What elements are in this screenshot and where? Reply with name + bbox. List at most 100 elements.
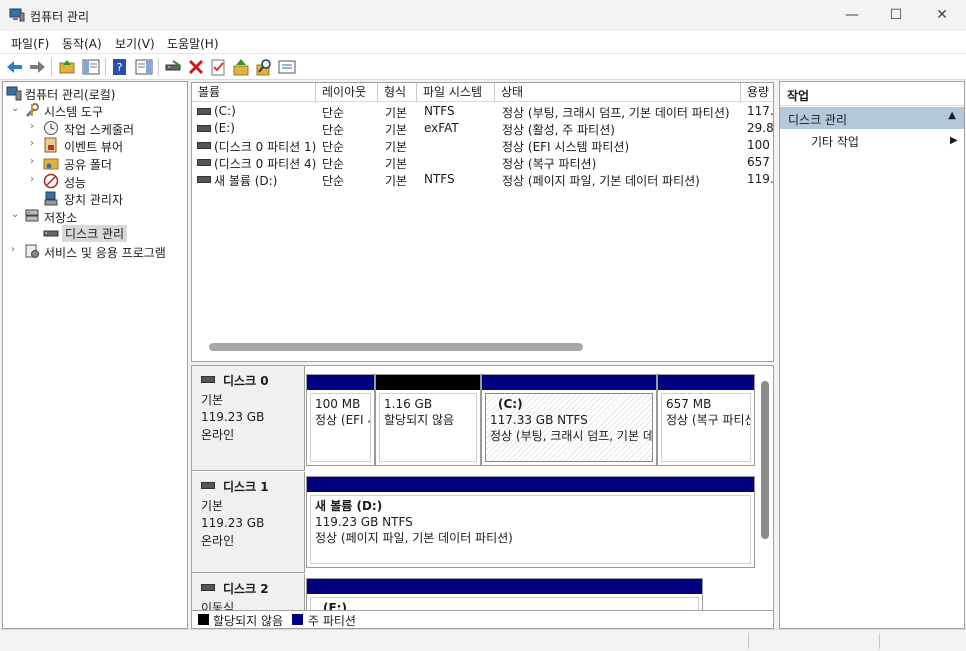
volume-type: 기본 (385, 157, 408, 171)
tree-item-shared-folders[interactable]: › 공유 폴더 (3, 155, 187, 172)
chevron-down-icon[interactable]: ⌄ (11, 209, 21, 220)
navigation-tree: 컴퓨터 관리(로컬) ⌄ 시스템 도구 › 작업 스케줄러 › 이벤트 뷰어 ›… (2, 81, 188, 629)
table-row[interactable]: (디스크 0 파티션 1) 단순 기본 정상 (EFI 시스템 파티션) 100… (192, 137, 773, 154)
tree-item-system-tools[interactable]: ⌄ 시스템 도구 (3, 102, 187, 119)
volume-capacity: 100 M (747, 138, 773, 152)
disk-map: 디스크 0 기본 119.23 GB 온라인 100 MB 정상 (EFI 시 … (191, 365, 774, 611)
volume-capacity: 29.80 (747, 121, 774, 135)
unallocated-swatch (198, 614, 209, 625)
more-actions[interactable]: 기타 작업 (811, 133, 859, 150)
column-header-capacity[interactable]: 용량 (741, 83, 773, 102)
close-button[interactable]: ✕ (919, 0, 965, 31)
check-icon[interactable] (208, 57, 228, 77)
search-icon[interactable] (254, 57, 274, 77)
horizontal-scrollbar[interactable] (209, 343, 583, 351)
tree-item-label: 성능 (64, 176, 87, 190)
volume-name: (디스크 0 파티션 1) (214, 140, 316, 154)
column-header-type[interactable]: 형식 (378, 83, 417, 102)
actions-pane: 작업 디스크 관리 ▲ 기타 작업 ▶ (779, 81, 965, 629)
partition-e[interactable]: (E:) (306, 578, 703, 611)
tree-item-label: 장치 관리자 (64, 193, 124, 207)
disk-name: 디스크 1 (223, 480, 269, 494)
forward-arrow-icon[interactable] (27, 57, 47, 77)
partition-efi[interactable]: 100 MB 정상 (EFI 시 (306, 374, 375, 466)
services-icon (24, 243, 40, 259)
chevron-right-icon[interactable]: › (11, 244, 21, 255)
partition-status: 정상 (EFI 시 (315, 413, 370, 427)
show-action-pane-icon[interactable] (134, 57, 154, 77)
menu-action[interactable]: 동작(A) (62, 35, 102, 52)
disk-icon (43, 225, 59, 241)
import-icon[interactable] (231, 57, 251, 77)
tree-item-storage[interactable]: ⌄ 저장소 (3, 208, 187, 225)
properties-icon[interactable] (277, 57, 297, 77)
column-header-layout[interactable]: 레이아웃 (316, 83, 378, 102)
connect-icon[interactable] (163, 57, 183, 77)
volume-name: (E:) (214, 121, 235, 135)
table-row[interactable]: (E:) 단순 기본 exFAT 정상 (활성, 주 파티션) 29.80 (192, 120, 774, 137)
disk-icon (197, 176, 211, 183)
actions-section-disk-management[interactable]: 디스크 관리 ▲ (780, 107, 964, 129)
delete-icon[interactable] (186, 57, 206, 77)
volume-status: 정상 (EFI 시스템 파티션) (502, 140, 630, 154)
minimize-button[interactable]: — (829, 0, 875, 31)
tree-item-label: 작업 스케줄러 (64, 123, 135, 137)
volume-list: 볼륨 레이아웃 형식 파일 시스템 상태 용량 (C:) 단순 기본 NTFS … (191, 82, 774, 362)
tree-item-device-manager[interactable]: 장치 관리자 (3, 190, 187, 207)
tree-item-event-viewer[interactable]: › 이벤트 뷰어 (3, 137, 187, 154)
shared-folder-icon (43, 155, 59, 171)
tree-item-services-apps[interactable]: › 서비스 및 응용 프로그램 (3, 243, 187, 260)
volume-status: 정상 (페이지 파일, 기본 데이터 파티션) (502, 174, 700, 188)
column-header-file-system[interactable]: 파일 시스템 (417, 83, 495, 102)
actions-section-label: 디스크 관리 (788, 113, 848, 127)
storage-icon (24, 208, 40, 224)
tree-item-disk-management[interactable]: 디스크 관리 (3, 225, 187, 242)
title-bar[interactable]: 컴퓨터 관리 — ☐ ✕ (0, 0, 966, 31)
menu-view[interactable]: 보기(V) (115, 35, 155, 52)
disk-icon (197, 125, 211, 132)
partition-d[interactable]: 새 볼륨 (D:) 119.23 GB NTFS 정상 (페이지 파일, 기본 … (306, 476, 755, 568)
chevron-right-icon[interactable]: › (30, 138, 40, 149)
partition-size: 657 MB (666, 397, 712, 411)
tree-item-label: 저장소 (44, 211, 78, 225)
column-header-status[interactable]: 상태 (495, 83, 741, 102)
help-icon[interactable]: ? (110, 57, 130, 77)
chevron-right-icon[interactable]: › (30, 174, 40, 185)
up-folder-icon[interactable] (57, 57, 77, 77)
show-tree-icon[interactable] (81, 57, 101, 77)
vertical-scrollbar[interactable] (761, 381, 769, 539)
partition-name: (E:) (323, 601, 347, 611)
tree-item-task-scheduler[interactable]: › 작업 스케줄러 (3, 120, 187, 137)
expand-right-icon[interactable]: ▶ (950, 135, 958, 146)
status-divider (748, 633, 749, 649)
tree-item-performance[interactable]: › 성능 (3, 173, 187, 190)
maximize-button[interactable]: ☐ (873, 0, 919, 31)
partition-unallocated[interactable]: 1.16 GB 할당되지 않음 (375, 374, 481, 466)
collapse-up-icon[interactable]: ▲ (948, 110, 956, 121)
volume-layout: 단순 (322, 140, 345, 154)
menu-bar: 파일(F) 동작(A) 보기(V) 도움말(H) (0, 31, 966, 53)
disk-name: 디스크 0 (223, 374, 269, 388)
tree-item-label: 서비스 및 응용 프로그램 (44, 246, 166, 260)
tree-item-computer-management[interactable]: 컴퓨터 관리(로컬) (3, 85, 187, 102)
volume-type: 기본 (385, 140, 408, 154)
menu-help[interactable]: 도움말(H) (167, 35, 219, 52)
chevron-right-icon[interactable]: › (30, 156, 40, 167)
menu-file[interactable]: 파일(F) (11, 35, 49, 52)
back-arrow-icon[interactable] (5, 57, 25, 77)
disk-1-label[interactable]: 디스크 1 기본 119.23 GB 온라인 (192, 472, 305, 573)
chevron-right-icon[interactable]: › (30, 121, 40, 132)
table-row[interactable]: 새 볼륨 (D:) 단순 기본 NTFS 정상 (페이지 파일, 기본 데이터 … (192, 171, 773, 188)
tree-item-label: 시스템 도구 (44, 105, 104, 119)
disk-state: 온라인 (201, 428, 235, 442)
disk-2-label[interactable]: 디스크 2 이동식 (192, 574, 305, 610)
disk-0-label[interactable]: 디스크 0 기본 119.23 GB 온라인 (192, 366, 305, 471)
partition-c[interactable]: (C:) 117.33 GB NTFS 정상 (부팅, 크래시 덤프, 기본 데 (481, 374, 657, 466)
partition-recovery[interactable]: 657 MB 정상 (복구 파티션) (657, 374, 755, 466)
column-header-volume[interactable]: 볼륨 (192, 83, 316, 102)
volume-fs: NTFS (424, 104, 455, 118)
table-row[interactable]: (C:) 단순 기본 NTFS 정상 (부팅, 크래시 덤프, 기본 데이터 파… (192, 103, 773, 120)
chevron-down-icon[interactable]: ⌄ (11, 103, 21, 114)
partition-bar (307, 477, 754, 492)
table-row[interactable]: (디스크 0 파티션 4) 단순 기본 정상 (복구 파티션) 657 M (192, 154, 773, 171)
